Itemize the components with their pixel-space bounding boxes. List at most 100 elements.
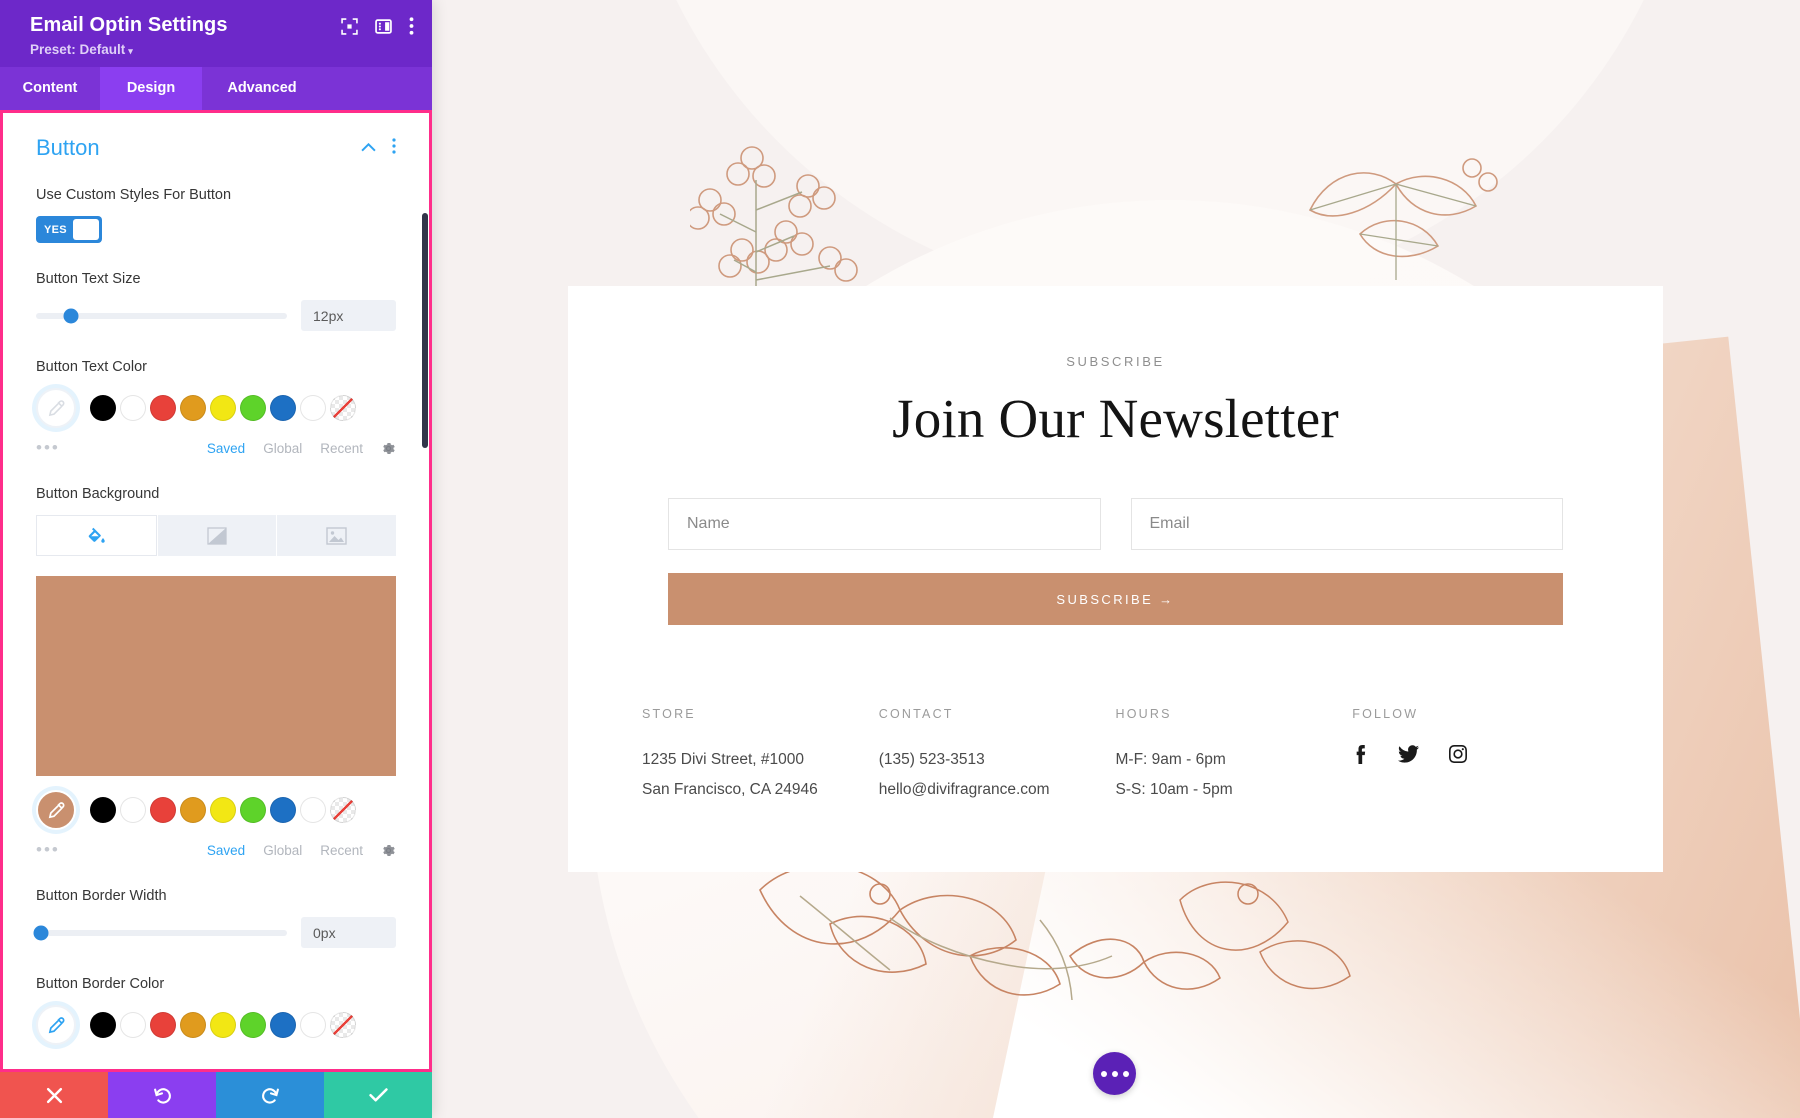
chevron-up-icon[interactable]	[361, 139, 376, 157]
color-swatch[interactable]	[90, 797, 116, 823]
tab-content[interactable]: Content	[0, 67, 100, 110]
footer-line: M-F: 9am - 6pm	[1115, 751, 1226, 768]
panel-scrollbar[interactable]	[422, 213, 428, 448]
palette-tab-recent[interactable]: Recent	[320, 441, 363, 456]
optin-eyebrow: SUBSCRIBE	[1066, 354, 1165, 369]
color-swatch[interactable]	[300, 1012, 326, 1038]
footer-heading: FOLLOW	[1352, 707, 1419, 721]
optin-headline: Join Our Newsletter	[892, 388, 1339, 449]
color-swatch[interactable]	[120, 797, 146, 823]
background-type-gradient[interactable]	[157, 515, 277, 556]
background-type-image[interactable]	[277, 515, 397, 556]
button-text-size-value[interactable]: 12px	[301, 300, 396, 331]
palette-meta-row: ••• Saved Global Recent	[36, 438, 396, 458]
color-swatch[interactable]	[180, 1012, 206, 1038]
subscribe-button[interactable]: SUBSCRIBE →	[668, 573, 1563, 625]
section-title: Button	[36, 135, 100, 160]
facebook-icon[interactable]	[1352, 745, 1368, 769]
color-swatch[interactable]	[270, 797, 296, 823]
background-type-solid-color[interactable]	[36, 515, 157, 556]
color-swatch[interactable]	[240, 797, 266, 823]
social-links	[1352, 745, 1589, 769]
color-swatch-none[interactable]	[330, 395, 356, 421]
twitter-icon[interactable]	[1398, 745, 1420, 769]
palette-tab-saved[interactable]: Saved	[207, 441, 245, 456]
color-swatch[interactable]	[240, 395, 266, 421]
email-optin-module[interactable]: SUBSCRIBE Join Our Newsletter SUBSCRIBE …	[568, 286, 1663, 872]
page-settings-fab[interactable]	[1093, 1052, 1136, 1095]
tab-advanced[interactable]: Advanced	[202, 67, 322, 110]
palette-meta-row: ••• Saved Global Recent	[36, 840, 396, 860]
footer-line: San Francisco, CA 24946	[642, 781, 818, 798]
color-swatch[interactable]	[270, 395, 296, 421]
color-swatch[interactable]	[90, 395, 116, 421]
color-swatch[interactable]	[180, 395, 206, 421]
color-swatch[interactable]	[210, 395, 236, 421]
color-swatch[interactable]	[210, 797, 236, 823]
panel-body-highlight: Button Use Custom Styles For Button YES	[0, 110, 432, 1072]
gear-icon[interactable]	[381, 441, 396, 456]
instagram-icon[interactable]	[1449, 745, 1468, 769]
color-swatch[interactable]	[240, 1012, 266, 1038]
eyedropper-icon[interactable]	[36, 388, 76, 428]
gear-icon[interactable]	[381, 843, 396, 858]
eyedropper-icon[interactable]	[36, 790, 76, 830]
color-swatch[interactable]	[120, 1012, 146, 1038]
label-button-border-width: Button Border Width	[36, 888, 167, 904]
preset-selector[interactable]: Preset: Default ▾	[30, 42, 414, 57]
save-button[interactable]	[324, 1072, 432, 1118]
email-input[interactable]	[1130, 498, 1563, 550]
color-swatch[interactable]	[210, 1012, 236, 1038]
palette-more-dots[interactable]: •••	[36, 840, 189, 860]
border-color-swatches	[36, 1005, 396, 1045]
slider-knob[interactable]	[63, 308, 79, 323]
background-color-preview[interactable]	[36, 576, 396, 776]
section-header-button[interactable]: Button	[36, 135, 396, 161]
color-swatch[interactable]	[150, 395, 176, 421]
undo-button[interactable]	[108, 1072, 216, 1118]
chevron-down-icon: ▾	[128, 46, 133, 56]
group-custom-styles: Use Custom Styles For Button YES	[36, 187, 396, 243]
color-swatch[interactable]	[270, 1012, 296, 1038]
name-input[interactable]	[668, 498, 1101, 550]
color-swatch[interactable]	[90, 1012, 116, 1038]
toggle-knob	[72, 219, 99, 240]
group-button-background: Button Background ••• Saved Global Recen…	[36, 486, 397, 860]
button-border-width-value[interactable]: 0px	[301, 917, 396, 948]
panel-header: Email Optin Settings Preset: Default ▾	[0, 0, 432, 67]
button-border-width-slider[interactable]	[33, 925, 287, 940]
close-icon	[46, 1087, 62, 1103]
slider-knob[interactable]	[33, 925, 49, 940]
tab-design[interactable]: Design	[100, 67, 202, 110]
color-swatch[interactable]	[120, 395, 146, 421]
palette-tab-global[interactable]: Global	[263, 441, 302, 456]
layout-panel-icon[interactable]	[375, 18, 392, 35]
footer-column-contact: CONTACT (135) 523-3513 hello@divifragran…	[879, 707, 1116, 805]
color-swatch[interactable]	[300, 395, 326, 421]
palette-tab-global[interactable]: Global	[263, 843, 302, 858]
footer-column-store: STORE 1235 Divi Street, #1000 San Franci…	[642, 707, 879, 805]
color-swatch[interactable]	[150, 797, 176, 823]
palette-more-dots[interactable]: •••	[36, 438, 189, 458]
preset-label: Preset: Default	[30, 42, 126, 57]
redo-button[interactable]	[216, 1072, 324, 1118]
panel-scroll-area[interactable]: Button Use Custom Styles For Button YES	[3, 113, 429, 1069]
palette-tab-saved[interactable]: Saved	[207, 843, 245, 858]
footer-line: 1235 Divi Street, #1000	[642, 751, 804, 768]
palette-tab-recent[interactable]: Recent	[320, 843, 363, 858]
color-swatch-none[interactable]	[330, 1012, 356, 1038]
button-text-size-slider[interactable]	[36, 308, 287, 323]
more-vertical-icon[interactable]	[409, 17, 414, 35]
more-vertical-icon[interactable]	[392, 137, 396, 159]
cancel-button[interactable]	[0, 1072, 108, 1118]
panel-tabs: Content Design Advanced	[0, 67, 432, 110]
color-swatch[interactable]	[180, 797, 206, 823]
focus-icon[interactable]	[341, 17, 358, 35]
custom-styles-toggle[interactable]: YES	[36, 216, 102, 243]
color-swatch[interactable]	[150, 1012, 176, 1038]
color-swatch[interactable]	[300, 797, 326, 823]
label-button-text-size: Button Text Size	[36, 271, 141, 287]
footer-column-follow: FOLLOW	[1352, 707, 1589, 805]
color-swatch-none[interactable]	[330, 797, 356, 823]
eyedropper-icon[interactable]	[36, 1005, 76, 1045]
